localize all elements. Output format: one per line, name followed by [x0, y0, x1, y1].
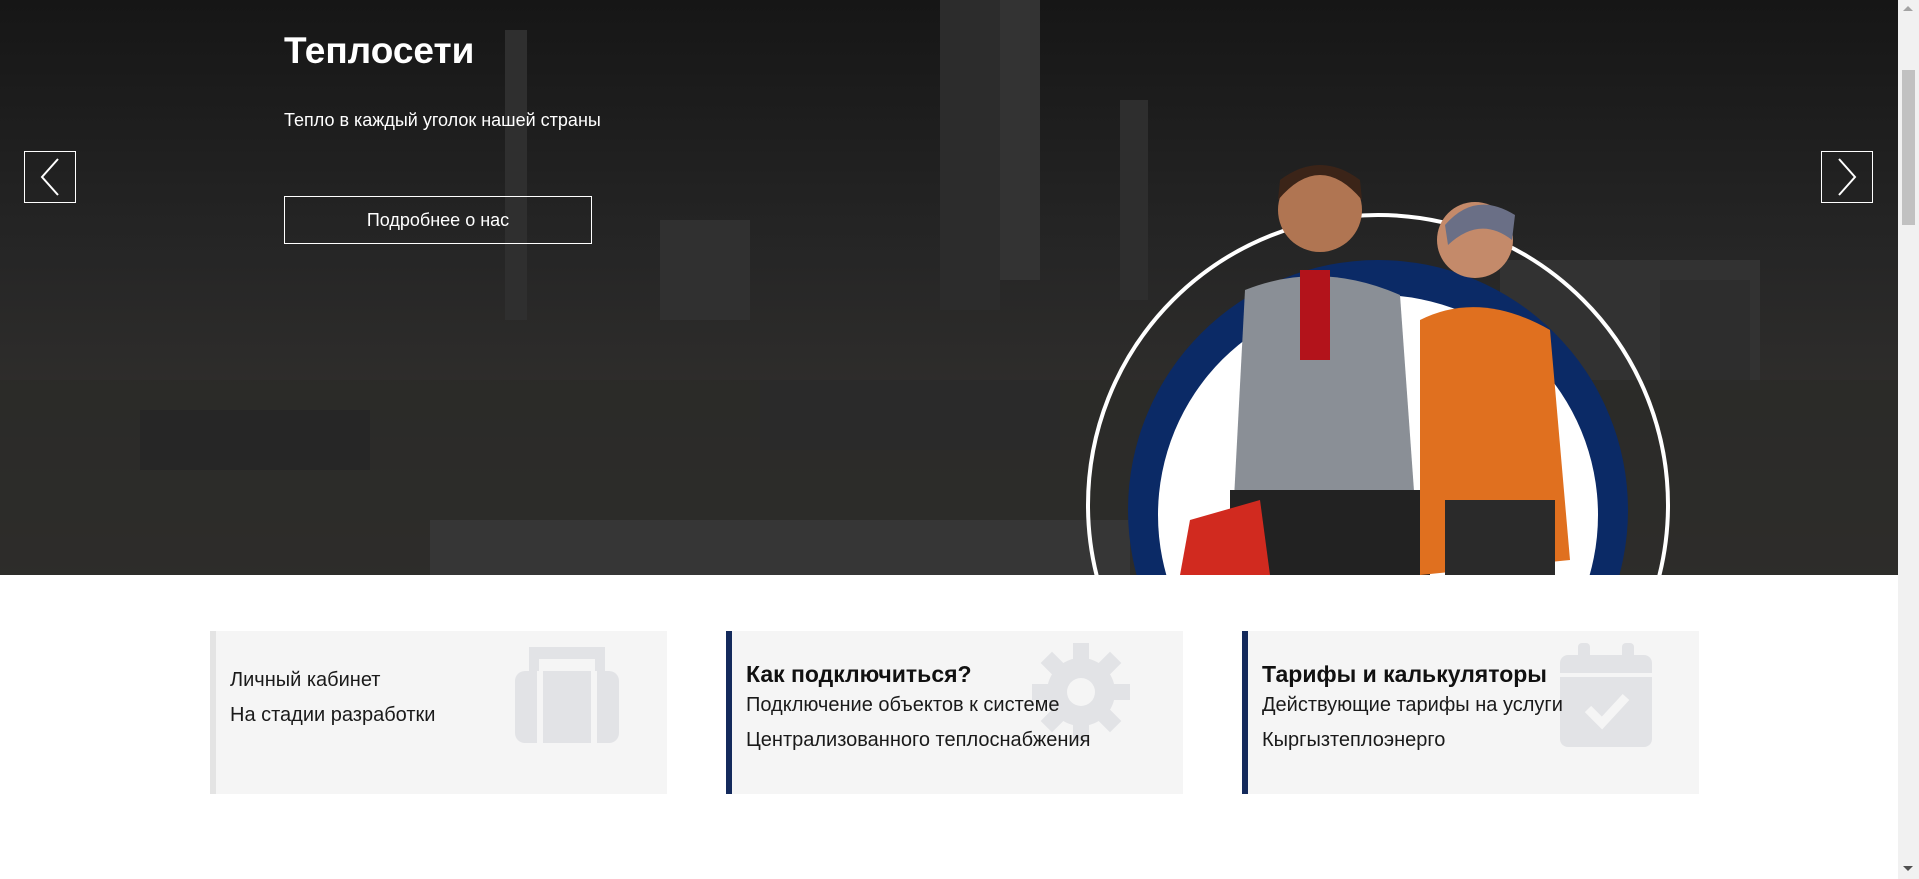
card-personal-account[interactable]: Личный кабинет На стадии разработки — [210, 631, 667, 794]
card-line: Кыргызтеплоэнерго — [1262, 729, 1446, 751]
card-line: Подключение объектов к системе — [746, 694, 1060, 716]
hero-subtitle: Тепло в каждый уголок нашей страны — [284, 110, 601, 130]
slider-next-button[interactable] — [1821, 151, 1873, 203]
card-accent-bar — [726, 631, 732, 794]
briefcase-icon — [515, 647, 619, 743]
hero-slider: Теплосети Тепло в каждый уголок нашей ст… — [0, 0, 1898, 575]
about-us-button[interactable]: Подробнее о нас — [284, 196, 592, 244]
chevron-right-icon — [1838, 158, 1857, 196]
calendar-check-icon — [1560, 643, 1652, 747]
slider-prev-button[interactable] — [24, 151, 76, 203]
card-line: На стадии разработки — [230, 704, 436, 726]
info-cards-section: Личный кабинет На стадии разработки Как … — [0, 575, 1898, 879]
gear-icon — [1032, 643, 1130, 741]
chevron-left-icon — [40, 158, 59, 196]
scroll-down-arrow-icon[interactable] — [1903, 866, 1913, 871]
card-line: Действующие тарифы на услуги — [1262, 694, 1563, 716]
card-tariffs[interactable]: Тарифы и калькуляторы Действующие тарифы… — [1242, 631, 1699, 794]
card-accent-bar — [210, 631, 216, 794]
card-line: Личный кабинет — [230, 669, 381, 691]
card-line: Централизованного теплоснабжения — [746, 729, 1091, 751]
card-title: Как подключиться? — [746, 661, 972, 687]
scrollbar-thumb[interactable] — [1902, 70, 1915, 225]
card-how-to-connect[interactable]: Как подключиться? Подключение объектов к… — [726, 631, 1183, 794]
card-accent-bar — [1242, 631, 1248, 794]
page-scrollbar[interactable] — [1898, 0, 1919, 879]
card-title: Тарифы и калькуляторы — [1262, 661, 1547, 687]
hero-title: Теплосети — [284, 30, 475, 71]
scroll-up-arrow-icon[interactable] — [1903, 6, 1913, 11]
hero-background-image — [0, 0, 1898, 575]
